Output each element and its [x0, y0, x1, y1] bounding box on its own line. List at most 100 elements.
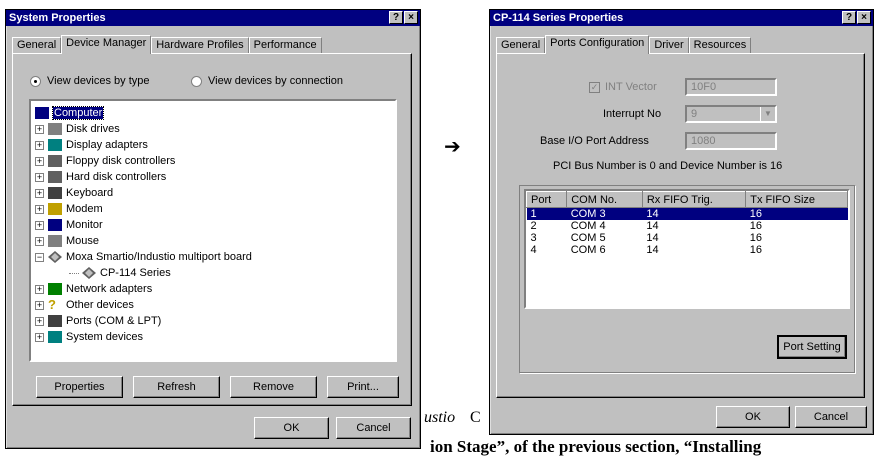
properties-button[interactable]: Properties [36, 376, 123, 398]
tree-item-label: Ports (COM & LPT) [66, 315, 162, 327]
port-setting-label: Port Setting [783, 341, 841, 353]
column-header[interactable]: Tx FIFO Size [745, 191, 848, 208]
int-vector-field[interactable]: 10F0 [685, 78, 777, 96]
tree-item-label: Network adapters [66, 283, 153, 295]
tree-item[interactable]: + Hard disk controllers [35, 169, 166, 185]
table-cell: COM 5 [570, 232, 606, 244]
tab-strip: General Device Manager Hardware Profiles… [12, 35, 322, 54]
expand-icon[interactable]: + [35, 220, 44, 230]
radio-label: View devices by connection [208, 75, 343, 87]
tree-item-label: Other devices [66, 299, 134, 311]
radio-view-by-connection[interactable]: View devices by connection [191, 75, 343, 87]
tab-general[interactable]: General [12, 37, 62, 53]
background-bottom-line: ion Stage”, of the previous section, “In… [430, 437, 762, 456]
table-row[interactable]: 2 COM 4 14 16 [527, 220, 848, 232]
tree-item[interactable]: +? Other devices [35, 297, 134, 313]
table-row[interactable]: 3 COM 5 14 16 [527, 232, 848, 244]
help-button[interactable]: ? [842, 11, 856, 24]
expand-icon[interactable]: + [35, 156, 44, 166]
modem-icon [48, 203, 62, 215]
print-button[interactable]: Print... [327, 376, 399, 398]
table-cell: COM 4 [570, 220, 606, 232]
expand-icon[interactable]: + [35, 300, 44, 310]
expand-icon[interactable]: + [35, 188, 44, 198]
cp114-titlebar[interactable]: CP-114 Series Properties ? × [490, 10, 873, 26]
tree-item[interactable]: − Moxa Smartio/Industio multiport board [35, 249, 252, 265]
expand-icon[interactable]: + [35, 316, 44, 326]
device-tree[interactable]: Computer + Disk drives + Display adapters + Fl… [29, 99, 397, 362]
right-arrow-icon: ➔ [444, 136, 461, 158]
base-io-field[interactable]: 1080 [685, 132, 777, 150]
port-icon [48, 315, 62, 327]
multiport-board-icon [82, 267, 96, 279]
tree-item[interactable]: + Monitor [35, 217, 103, 233]
keyboard-icon [48, 187, 62, 199]
expand-icon[interactable]: + [35, 172, 44, 182]
refresh-button[interactable]: Refresh [133, 376, 220, 398]
column-header[interactable]: Rx FIFO Trig. [641, 191, 747, 208]
window-title: CP-114 Series Properties [493, 12, 624, 24]
expand-icon[interactable]: + [35, 236, 44, 246]
tab-ports-configuration[interactable]: Ports Configuration [545, 35, 650, 54]
tab-driver[interactable]: Driver [649, 37, 689, 53]
tab-device-manager[interactable]: Device Manager [61, 35, 152, 54]
tree-item[interactable]: + Ports (COM & LPT) [35, 313, 161, 329]
expand-icon[interactable]: + [35, 140, 44, 150]
tree-item[interactable]: + Disk drives [35, 121, 120, 137]
table-cell: 16 [745, 207, 848, 220]
cancel-button[interactable]: Cancel [336, 417, 411, 439]
close-button[interactable]: × [857, 11, 871, 24]
table-cell: 2 [530, 220, 537, 232]
tree-item-label: Display adapters [66, 139, 148, 151]
help-button[interactable]: ? [389, 11, 403, 24]
interrupt-select[interactable]: 9 ▼ [685, 105, 777, 123]
tab-hardware-profiles[interactable]: Hardware Profiles [151, 37, 249, 53]
expand-icon[interactable]: + [35, 124, 44, 134]
radio-view-by-type[interactable]: View devices by type [30, 75, 150, 87]
table-cell: 16 [749, 232, 762, 244]
expand-icon[interactable]: + [35, 204, 44, 214]
close-button[interactable]: × [404, 11, 418, 24]
ok-button[interactable]: OK [254, 417, 329, 439]
expand-icon[interactable]: + [35, 284, 44, 294]
tree-item-label: Floppy disk controllers [66, 155, 176, 167]
tree-item[interactable]: + Network adapters [35, 281, 152, 297]
tree-item[interactable]: + Modem [35, 201, 103, 217]
tree-item[interactable]: + System devices [35, 329, 143, 345]
table-cell: COM 3 [566, 207, 643, 220]
collapse-icon[interactable]: − [35, 252, 44, 262]
tab-resources[interactable]: Resources [688, 37, 752, 53]
radio-dot-checked [30, 75, 41, 87]
tree-item[interactable]: + Mouse [35, 233, 99, 249]
column-header[interactable]: Port [525, 191, 568, 208]
tree-item[interactable]: CP-114 Series [69, 265, 171, 281]
system-properties-titlebar[interactable]: System Properties ? × [6, 10, 420, 26]
tree-item-label: Modem [66, 203, 103, 215]
tree-connector [69, 272, 79, 274]
mouse-icon [48, 235, 62, 247]
remove-button[interactable]: Remove [230, 376, 317, 398]
question-icon: ? [48, 297, 56, 312]
table-row[interactable]: 1 COM 3 14 16 [526, 207, 848, 220]
tree-item[interactable]: + Keyboard [35, 185, 113, 201]
chevron-down-icon[interactable]: ▼ [760, 107, 775, 121]
ports-list[interactable]: Port COM No. Rx FIFO Trig. Tx FIFO Size 1 CO… [524, 189, 850, 309]
expand-icon[interactable]: + [35, 332, 44, 342]
tree-item-label: Keyboard [66, 187, 114, 199]
port-setting-button[interactable]: Port Setting [777, 335, 847, 359]
tab-general[interactable]: General [496, 37, 546, 53]
radio-label: View devices by type [47, 75, 150, 87]
display-icon [48, 139, 62, 151]
tree-item[interactable]: Computer [35, 105, 105, 121]
computer-icon [35, 107, 49, 119]
tree-item[interactable]: + Floppy disk controllers [35, 153, 175, 169]
int-vector-checkbox[interactable]: ✓ INT Vector [589, 81, 657, 93]
column-header[interactable]: COM No. [566, 191, 643, 208]
ok-button[interactable]: OK [716, 406, 790, 428]
tab-performance[interactable]: Performance [248, 37, 322, 53]
system-icon [48, 331, 62, 343]
table-row[interactable]: 4 COM 6 14 16 [527, 244, 848, 256]
tree-item[interactable]: + Display adapters [35, 137, 148, 153]
int-vector-label: INT Vector [605, 81, 657, 93]
cancel-button[interactable]: Cancel [795, 406, 867, 428]
